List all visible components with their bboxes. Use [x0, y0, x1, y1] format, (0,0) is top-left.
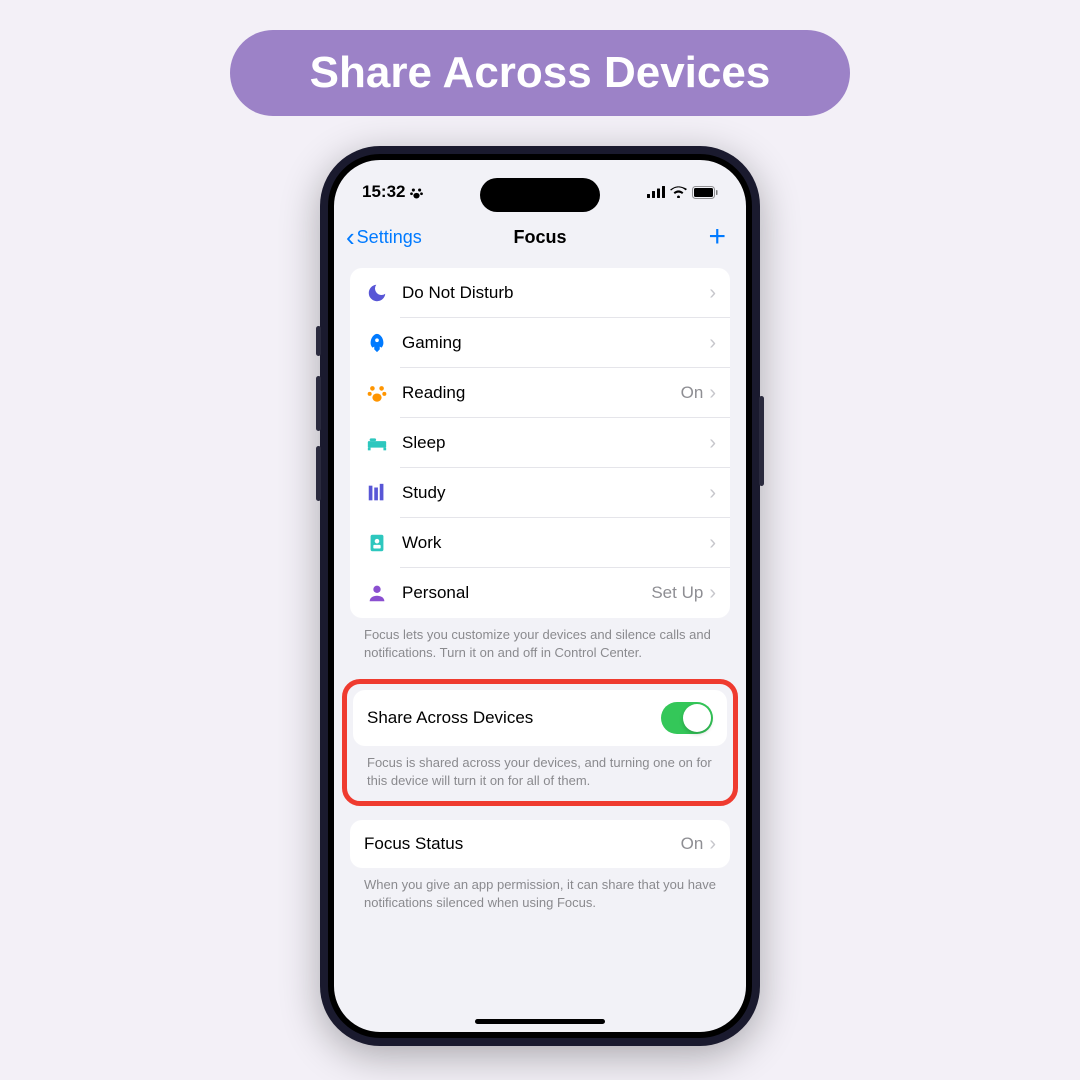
add-button[interactable]: + [708, 220, 734, 254]
row-label: Work [402, 533, 703, 553]
share-label: Share Across Devices [367, 708, 661, 728]
row-value: On [681, 383, 704, 403]
focus-status-footer: When you give an app permission, it can … [350, 868, 730, 929]
list-item-sleep[interactable]: Sleep › [350, 418, 730, 468]
wifi-icon [670, 186, 687, 198]
rocket-icon [364, 330, 390, 356]
list-item-study[interactable]: Study › [350, 468, 730, 518]
bed-icon [364, 430, 390, 456]
list-item-personal[interactable]: Personal Set Up › [350, 568, 730, 618]
list-item-reading[interactable]: Reading On › [350, 368, 730, 418]
list-item-work[interactable]: Work › [350, 518, 730, 568]
highlight-annotation: Share Across Devices Focus is shared acr… [342, 679, 738, 806]
row-label: Gaming [402, 333, 703, 353]
page-title: Focus [513, 227, 566, 248]
badge-icon [364, 530, 390, 556]
row-label: Sleep [402, 433, 703, 453]
row-label: Personal [402, 583, 651, 603]
chevron-right-icon: › [709, 282, 716, 305]
phone-mockup: 15:32 [320, 146, 760, 1046]
list-item-gaming[interactable]: Gaming › [350, 318, 730, 368]
focus-status-row[interactable]: Focus Status On › [350, 820, 730, 868]
dynamic-island [480, 178, 600, 212]
battery-icon [692, 186, 718, 199]
navigation-bar: ‹ Settings Focus + [334, 210, 746, 268]
chevron-right-icon: › [709, 833, 716, 856]
paw-icon [409, 185, 424, 200]
chevron-right-icon: › [709, 482, 716, 505]
focus-status-value: On [681, 834, 704, 854]
focus-status-label: Focus Status [364, 834, 681, 854]
chevron-right-icon: › [709, 382, 716, 405]
focus-list-footer: Focus lets you customize your devices an… [350, 618, 730, 679]
chevron-right-icon: › [709, 432, 716, 455]
share-toggle[interactable] [661, 702, 713, 734]
cellular-icon [647, 186, 665, 198]
share-footer: Focus is shared across your devices, and… [353, 746, 727, 795]
paw-icon [364, 380, 390, 406]
chevron-right-icon: › [709, 532, 716, 555]
share-across-devices-row[interactable]: Share Across Devices [353, 690, 727, 746]
row-label: Reading [402, 383, 681, 403]
back-label: Settings [357, 227, 422, 248]
status-time: 15:32 [362, 182, 405, 202]
page-banner: Share Across Devices [230, 30, 851, 116]
moon-icon [364, 280, 390, 306]
row-label: Do Not Disturb [402, 283, 703, 303]
row-label: Study [402, 483, 703, 503]
chevron-right-icon: › [709, 582, 716, 605]
row-value: Set Up [651, 583, 703, 603]
chevron-right-icon: › [709, 332, 716, 355]
books-icon [364, 480, 390, 506]
back-button[interactable]: ‹ Settings [346, 222, 422, 253]
home-indicator[interactable] [475, 1019, 605, 1024]
content-scroll[interactable]: Do Not Disturb › Gaming › [334, 268, 746, 1030]
chevron-left-icon: ‹ [346, 222, 355, 253]
focus-modes-list: Do Not Disturb › Gaming › [350, 268, 730, 618]
list-item-do-not-disturb[interactable]: Do Not Disturb › [350, 268, 730, 318]
person-icon [364, 580, 390, 606]
